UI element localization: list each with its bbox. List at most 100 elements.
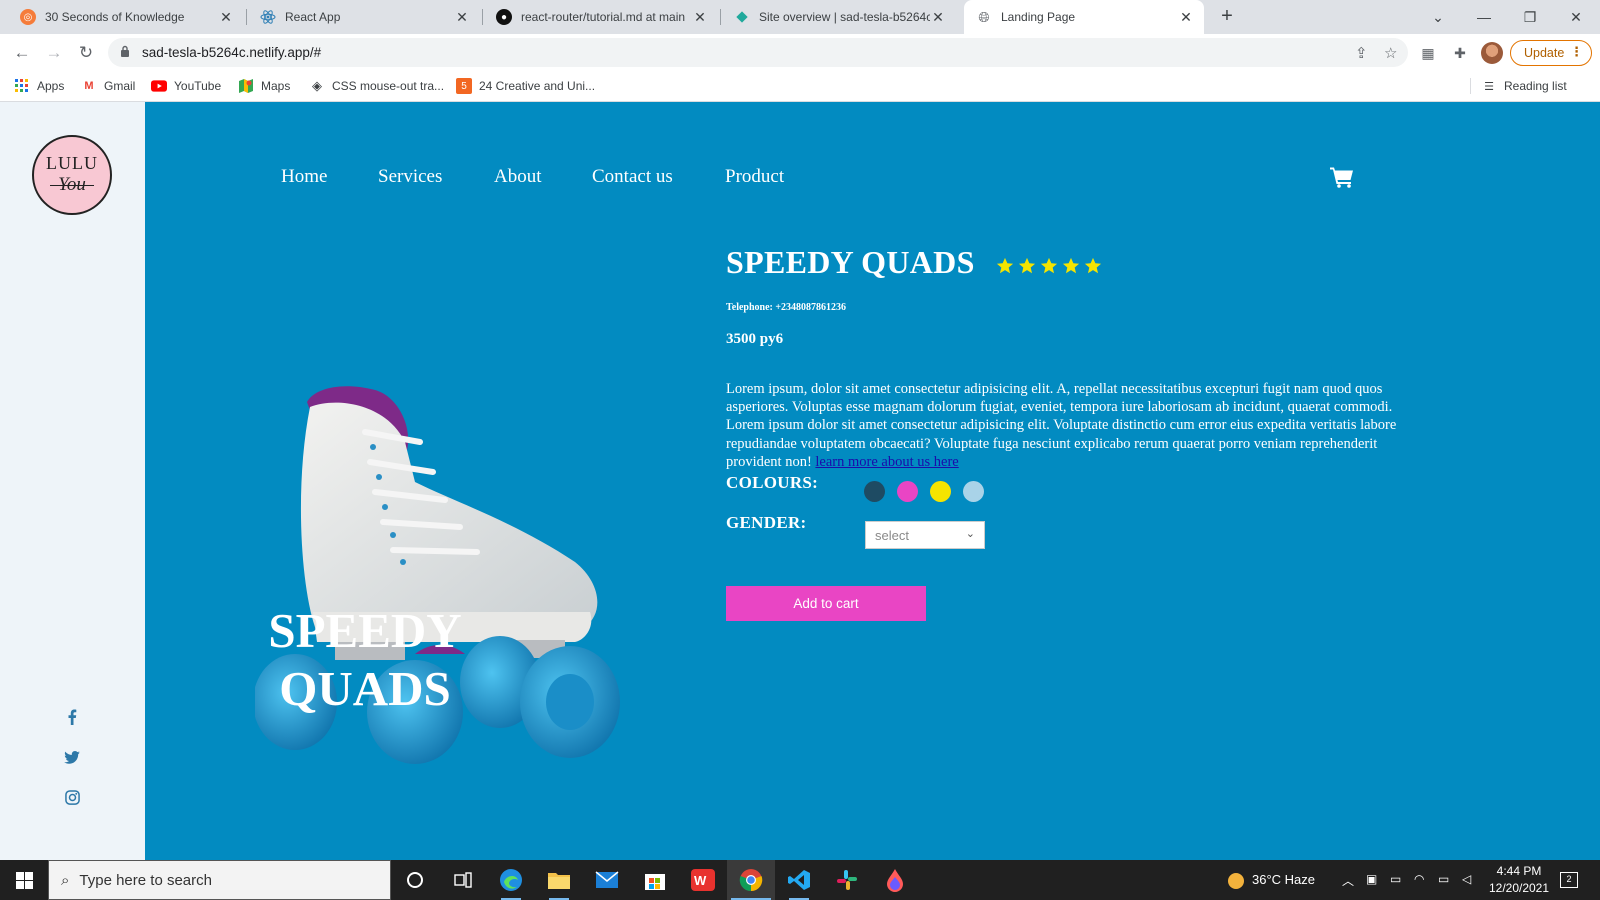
tab-react-app[interactable]: React App ✕ (248, 0, 480, 34)
system-clock[interactable]: 4:44 PM 12/20/2021 (1486, 863, 1552, 897)
kebab-menu-icon[interactable]: ⋮ (1570, 44, 1583, 60)
reading-list[interactable]: ☰ Reading list (1470, 78, 1567, 94)
colour-swatch-light-blue[interactable] (963, 481, 984, 502)
globe-icon: 🌐︎ (978, 8, 990, 25)
colours-label: COLOURS: (726, 473, 819, 492)
tab-github[interactable]: ● react-router/tutorial.md at main ✕ (484, 0, 718, 34)
forward-arrow-icon[interactable]: → (41, 40, 67, 66)
facebook-icon[interactable] (62, 707, 82, 727)
nav-contact-us[interactable]: Contact us (592, 166, 673, 188)
product-telephone: Telephone: +2348087861236 (726, 302, 847, 313)
maps-icon (238, 78, 254, 94)
tab-divider (720, 9, 721, 25)
reload-icon[interactable]: ↻ (73, 40, 99, 66)
star-icon (1062, 257, 1080, 274)
weather-widget[interactable]: 36°C Haze (1228, 872, 1315, 889)
colour-swatch-pink[interactable] (897, 481, 918, 502)
chrome-icon[interactable] (727, 860, 775, 900)
bookmark-label: Maps (261, 79, 291, 93)
back-arrow-icon[interactable]: ← (9, 40, 35, 66)
notifications-icon[interactable]: 2 (1560, 870, 1578, 888)
mail-icon[interactable] (583, 860, 631, 900)
add-to-cart-button[interactable]: Add to cart (726, 586, 926, 621)
file-explorer-icon[interactable] (535, 860, 583, 900)
edge-icon[interactable] (487, 860, 535, 900)
close-icon[interactable]: ✕ (930, 9, 946, 26)
slack-icon[interactable] (823, 860, 871, 900)
new-tab-button[interactable]: + (1215, 5, 1239, 29)
taskbar-search-box[interactable]: ⌕ Type here to search (48, 860, 391, 900)
learn-more-link[interactable]: learn more about us here (815, 454, 958, 470)
star-icon (1040, 257, 1058, 274)
instagram-icon[interactable] (62, 787, 82, 807)
nav-about[interactable]: About (494, 166, 542, 188)
close-icon[interactable]: ✕ (454, 9, 470, 26)
volume-icon[interactable]: ◁ (1462, 872, 1471, 886)
bookmark-label: 24 Creative and Uni... (479, 79, 596, 93)
show-hidden-icons[interactable]: ︿ (1342, 872, 1354, 889)
extension-icon[interactable]: ▦ (1417, 42, 1439, 64)
puzzle-extensions-icon[interactable]: ✚ (1449, 42, 1471, 64)
tab-title: Site overview | sad-tesla-b5264c (759, 10, 930, 24)
close-icon[interactable]: ✕ (1178, 9, 1194, 26)
bookmark-apps[interactable]: Apps (14, 78, 64, 94)
vscode-icon[interactable] (775, 860, 823, 900)
update-label: Update (1524, 46, 1565, 60)
tab-netlify[interactable]: Site overview | sad-tesla-b5264c ✕ (722, 0, 956, 34)
address-bar[interactable]: sad-tesla-b5264c.netlify.app/# ⇪ ☆ (108, 38, 1408, 67)
tab-title: Landing Page (1001, 10, 1076, 24)
cortana-icon[interactable] (391, 860, 439, 900)
paint-drop-icon[interactable] (871, 860, 919, 900)
gender-select-value: select (875, 528, 909, 543)
store-icon[interactable] (631, 860, 679, 900)
hero-title: SPEEDY QUADS (255, 602, 475, 718)
bookmarks-bar: Apps M Gmail YouTube Maps ◈ CSS mouse-ou… (0, 71, 1600, 102)
lulu-you-logo[interactable]: LULU You (32, 135, 112, 215)
bookmark-maps[interactable]: Maps (238, 78, 290, 94)
close-icon[interactable]: ✕ (692, 9, 708, 26)
bookmark-label: Apps (37, 79, 65, 93)
display-icon[interactable]: ▭ (1390, 872, 1401, 886)
bookmark-youtube[interactable]: YouTube (151, 78, 221, 94)
bookmark-label: CSS mouse-out tra... (332, 79, 445, 93)
share-icon[interactable]: ⇪ (1355, 44, 1368, 62)
task-view-icon[interactable] (439, 860, 487, 900)
wps-office-icon[interactable]: W (679, 860, 727, 900)
tab-30-seconds[interactable]: ◎ 30 Seconds of Knowledge ✕ (8, 0, 244, 34)
restore-button[interactable]: ❐ (1507, 0, 1553, 34)
wifi-icon[interactable]: ◠ (1414, 872, 1424, 886)
star-icon (1018, 257, 1036, 274)
tab-divider (246, 9, 247, 25)
bookmark-css-mouse-out[interactable]: ◈ CSS mouse-out tra... (309, 78, 444, 94)
product-title: SPEEDY QUADS (726, 244, 975, 280)
battery-icon[interactable]: ▭ (1438, 872, 1449, 886)
close-window-button[interactable]: ✕ (1553, 0, 1599, 34)
colour-swatch-navy[interactable] (864, 481, 885, 502)
bookmark-24-creative[interactable]: 5 24 Creative and Uni... (456, 78, 595, 94)
windows-start-icon[interactable] (0, 860, 48, 900)
colour-swatch-yellow[interactable] (930, 481, 951, 502)
twitter-icon[interactable] (62, 747, 82, 767)
nav-product[interactable]: Product (725, 166, 784, 188)
logo-text-top: LULU (46, 153, 98, 173)
reading-list-icon: ☰ (1484, 80, 1494, 93)
search-icon: ⌕ (61, 871, 70, 889)
meet-now-icon[interactable]: ▣ (1366, 872, 1377, 886)
tab-landing-page[interactable]: 🌐︎ Landing Page ✕ (964, 0, 1204, 34)
close-icon[interactable]: ✕ (218, 9, 234, 26)
nav-home[interactable]: Home (281, 166, 327, 188)
nav-services[interactable]: Services (378, 166, 442, 188)
bookmark-gmail[interactable]: M Gmail (81, 78, 135, 94)
update-button[interactable]: Update ⋮ (1510, 40, 1592, 66)
tab-search-icon[interactable]: ⌄ (1415, 0, 1461, 34)
profile-avatar[interactable] (1481, 42, 1503, 64)
shopping-cart-icon[interactable] (1330, 166, 1354, 188)
tab-title: 30 Seconds of Knowledge (45, 10, 185, 24)
gender-select[interactable]: select ⌄ (865, 521, 985, 549)
minimize-button[interactable]: — (1461, 0, 1507, 34)
youtube-icon (151, 78, 167, 94)
clock-time: 4:44 PM (1496, 864, 1542, 878)
codepen-icon: ◈ (312, 78, 322, 93)
url-text[interactable]: sad-tesla-b5264c.netlify.app/# (142, 45, 321, 60)
star-bookmark-icon[interactable]: ☆ (1384, 44, 1397, 62)
